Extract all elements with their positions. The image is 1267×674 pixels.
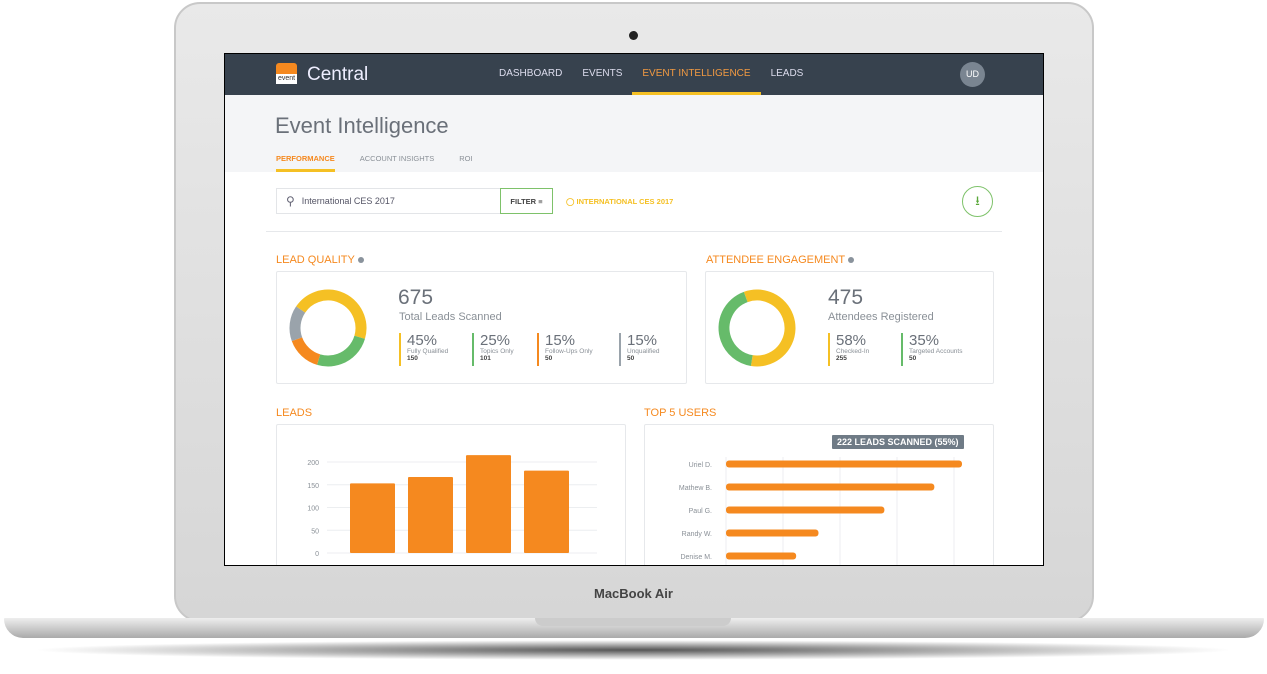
total-attendees: 475 [828, 286, 864, 309]
user-bar[interactable] [726, 483, 935, 491]
y-tick-label: 150 [307, 483, 319, 490]
section-title: LEAD QUALITY [276, 254, 355, 266]
stat-percent: 58% [836, 332, 867, 349]
user-name-label: Uriel D. [689, 462, 712, 469]
help-icon[interactable] [848, 257, 855, 263]
help-icon[interactable] [357, 257, 364, 263]
laptop-shadow [30, 640, 1237, 660]
nav-leads[interactable]: LEADS [761, 54, 814, 95]
top-users-title: TOP 5 USERS [644, 407, 717, 419]
search-input[interactable]: ⚲ International CES 2017 FILTER ≡ [276, 188, 553, 214]
tabs: PERFORMANCE ACCOUNT INSIGHTS ROI [276, 154, 473, 172]
total-leads: 675 [398, 286, 434, 309]
stat-label: Follow-Ups Only [545, 348, 593, 355]
nav-dashboard[interactable]: DASHBOARD [489, 54, 572, 95]
user-bar[interactable] [726, 460, 962, 468]
lead-quality-card: 675 Total Leads Scanned 45% Fully Qualifi… [276, 271, 687, 384]
section-title: ATTENDEE ENGAGEMENT [706, 254, 846, 266]
nav-events[interactable]: EVENTS [572, 54, 632, 95]
leads-bar[interactable] [408, 477, 453, 553]
stat-targeted-accounts: 35% Targeted Accounts 50 [901, 333, 962, 366]
stat-checked-in: 58% Checked-In 255 [828, 333, 869, 366]
y-tick-label: 200 [307, 460, 319, 467]
tab-performance[interactable]: PERFORMANCE [276, 154, 335, 172]
user-bar[interactable] [726, 529, 819, 537]
stat-label: Fully Qualified [407, 348, 449, 355]
tab-account-insights[interactable]: ACCOUNT INSIGHTS [360, 154, 434, 172]
stat-unqualified: 15% Unqualified 50 [619, 333, 660, 366]
event-logo-icon[interactable]: event [276, 63, 297, 84]
app-title: Central [307, 64, 369, 85]
page-header: Event Intelligence PERFORMANCE ACCOUNT I… [225, 95, 1043, 172]
y-tick-label: 0 [315, 551, 319, 558]
stat-percent: 25% [480, 332, 511, 349]
tab-roi[interactable]: ROI [459, 154, 472, 172]
nav-menu: DASHBOARD EVENTS EVENT INTELLIGENCE LEAD… [489, 54, 813, 95]
leads-chart: 200 150 100 50 0 [307, 455, 597, 558]
stat-count: 255 [836, 355, 847, 362]
search-icon: ⚲ [286, 194, 295, 208]
stat-count: 50 [909, 355, 917, 362]
stat-fully-qualified: 45% Fully Qualified 150 [399, 333, 448, 366]
device-brand: MacBook Air [594, 586, 673, 601]
total-leads-label: Total Leads Scanned [399, 311, 502, 323]
stat-percent: 15% [627, 332, 658, 349]
stat-label: Topics Only [480, 348, 514, 355]
active-filter-chip[interactable]: ◯ INTERNATIONAL CES 2017 [566, 197, 673, 206]
stat-topics-only: 25% Topics Only 101 [472, 333, 514, 366]
page-title: Event Intelligence [275, 113, 449, 138]
camera [629, 31, 638, 40]
sliders-icon: ≡ [538, 196, 543, 206]
total-attendees-label: Attendees Registered [828, 311, 934, 323]
nav-event-intelligence[interactable]: EVENT INTELLIGENCE [632, 54, 761, 95]
stat-count: 101 [480, 355, 491, 362]
engagement-title: ATTENDEE ENGAGEMENT [706, 254, 855, 266]
bar-tooltip: 222 LEADS SCANNED (55%) [832, 435, 964, 449]
leads-title: LEADS [276, 407, 313, 419]
logo-text: event [276, 74, 297, 84]
search-value[interactable]: International CES 2017 [302, 196, 500, 206]
engagement-donut [718, 289, 796, 367]
leads-bar[interactable] [350, 483, 395, 553]
lead-quality-donut [289, 289, 367, 367]
circle-icon: ◯ [566, 197, 575, 206]
top-nav: event Central DASHBOARD EVENTS EVENT INT… [225, 54, 1043, 95]
download-icon: ⭳ [975, 193, 980, 208]
stat-label: Checked-In [836, 348, 870, 355]
user-name-label: Randy W. [682, 531, 712, 538]
user-bar[interactable] [726, 506, 885, 514]
avatar[interactable]: UD [960, 62, 985, 87]
stat-follow-ups-only: 15% Follow-Ups Only 50 [537, 333, 593, 366]
user-name-label: Denise M. [680, 554, 712, 561]
laptop-notch [535, 618, 731, 626]
stat-count: 50 [627, 355, 635, 362]
download-button[interactable]: ⭳ [962, 186, 993, 217]
stat-label: Unqualified [627, 348, 660, 355]
engagement-card: 475 Attendees Registered 58% Checked-In 25… [705, 271, 994, 384]
user-name-label: Mathew B. [679, 485, 712, 492]
stat-count: 50 [545, 355, 553, 362]
divider [266, 231, 1002, 232]
user-name-label: Paul G. [689, 508, 712, 515]
leads-bar[interactable] [524, 470, 569, 553]
user-bar[interactable] [726, 552, 797, 560]
stat-percent: 45% [407, 332, 438, 349]
screen: event Central DASHBOARD EVENTS EVENT INT… [224, 53, 1044, 566]
filter-label: FILTER [510, 196, 537, 206]
lead-quality-title: LEAD QUALITY [276, 254, 364, 266]
filter-button[interactable]: FILTER ≡ [500, 188, 553, 214]
stat-percent: 35% [909, 332, 940, 349]
active-filter-label: INTERNATIONAL CES 2017 [576, 197, 674, 206]
y-tick-label: 50 [311, 528, 319, 535]
leads-bar[interactable] [466, 455, 511, 553]
stat-count: 150 [407, 355, 418, 362]
stat-label: Targeted Accounts [909, 348, 963, 355]
y-tick-label: 100 [307, 506, 319, 513]
stat-percent: 15% [545, 332, 576, 349]
leads-card: 200 150 100 50 0 [276, 424, 626, 565]
